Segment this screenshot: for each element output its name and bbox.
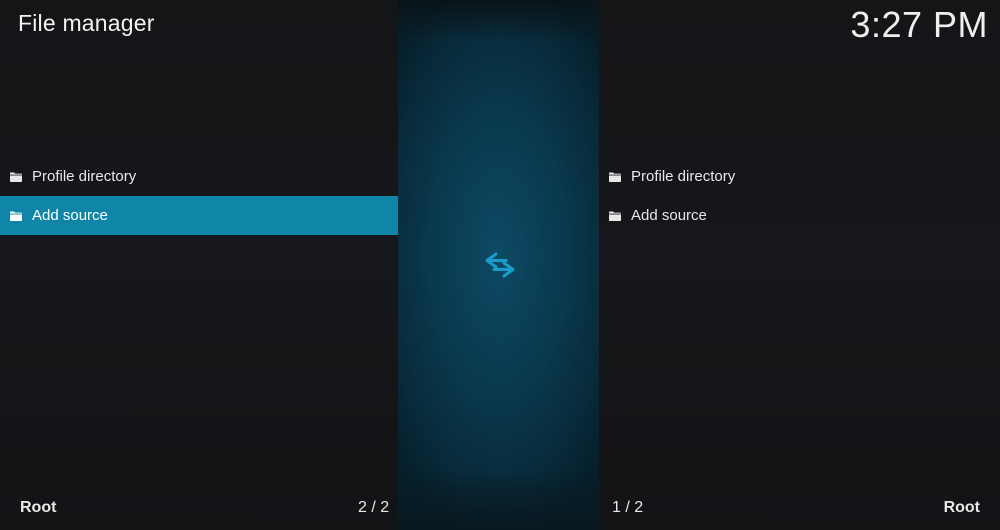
page-title: File manager	[18, 10, 155, 36]
file-manager-screen: File manager 3:27 PM Profile directory A…	[0, 0, 1000, 530]
right-item-label: Add source	[631, 207, 707, 224]
clock: 3:27 PM	[850, 4, 988, 45]
right-footer-path: Root	[943, 499, 980, 516]
folder-icon	[609, 172, 621, 182]
left-footer-count: 2 / 2	[358, 499, 390, 516]
right-pane-background	[599, 0, 1000, 530]
left-item-profile-directory[interactable]: Profile directory	[0, 157, 398, 196]
folder-icon	[10, 211, 22, 221]
folder-icon	[10, 172, 22, 182]
right-item-label: Profile directory	[631, 168, 736, 185]
left-item-add-source[interactable]: Add source	[0, 196, 398, 235]
right-footer-count: 1 / 2	[612, 499, 644, 516]
left-footer-path: Root	[20, 499, 57, 516]
left-file-list: Profile directory Add source	[0, 157, 398, 235]
right-item-profile-directory[interactable]: Profile directory	[599, 157, 1000, 196]
swap-arrows-icon[interactable]	[484, 251, 516, 279]
left-item-label: Profile directory	[32, 168, 137, 185]
left-pane-background	[0, 0, 398, 530]
folder-icon	[609, 211, 621, 221]
right-file-list: Profile directory Add source	[599, 157, 1000, 235]
left-item-label: Add source	[32, 207, 108, 224]
right-item-add-source[interactable]: Add source	[599, 196, 1000, 235]
